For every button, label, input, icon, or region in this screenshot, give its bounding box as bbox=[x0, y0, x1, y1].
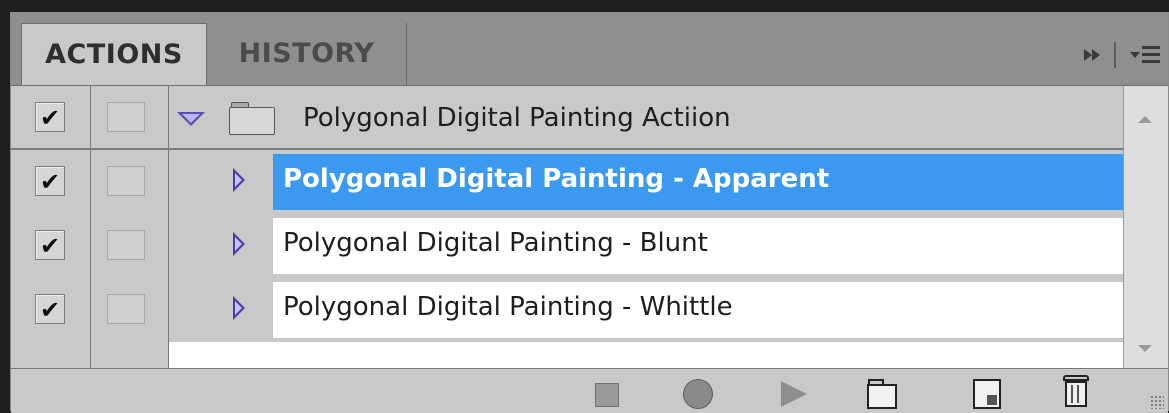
dialog-column bbox=[91, 342, 169, 368]
toggle-column: ✔ bbox=[11, 150, 91, 214]
record-icon[interactable] bbox=[683, 379, 713, 409]
disclosure-collapsed-icon[interactable] bbox=[233, 296, 245, 320]
toggle-dialog-checkbox[interactable] bbox=[107, 102, 145, 132]
play-icon[interactable] bbox=[781, 381, 807, 407]
toggle-dialog-checkbox[interactable] bbox=[107, 230, 145, 260]
toggle-column: ✔ bbox=[11, 214, 91, 278]
disclosure-expanded-icon[interactable] bbox=[177, 112, 205, 126]
new-set-icon[interactable] bbox=[867, 379, 897, 409]
action-label: Polygonal Digital Painting - Apparent bbox=[283, 164, 830, 194]
toggle-column bbox=[11, 342, 91, 368]
panel-controls bbox=[1038, 35, 1168, 75]
action-label: Polygonal Digital Painting - Whittle bbox=[283, 292, 733, 322]
tab-bar: ACTIONS HISTORY bbox=[11, 13, 1168, 86]
dialog-column bbox=[91, 214, 169, 278]
panel-menu-icon[interactable] bbox=[1130, 44, 1160, 66]
empty-content bbox=[169, 342, 1123, 368]
actions-panel: ACTIONS HISTORY ✔ Polygonal Digital Pain… bbox=[10, 12, 1169, 413]
dialog-column bbox=[91, 278, 169, 342]
scroll-up-icon[interactable] bbox=[1138, 116, 1152, 123]
scroll-down-icon[interactable] bbox=[1138, 345, 1152, 352]
stop-icon[interactable] bbox=[595, 383, 619, 407]
action-content[interactable]: Polygonal Digital Painting - Whittle bbox=[169, 278, 1123, 342]
actions-list: ✔ Polygonal Digital Painting Actiion ✔ P… bbox=[11, 86, 1123, 368]
tab-history[interactable]: HISTORY bbox=[207, 23, 407, 85]
toggle-dialog-checkbox[interactable] bbox=[107, 294, 145, 324]
toggle-column: ✔ bbox=[11, 86, 91, 150]
action-row[interactable]: ✔ Polygonal Digital Painting - Apparent bbox=[11, 150, 1123, 214]
toggle-item-checkbox[interactable]: ✔ bbox=[35, 230, 65, 260]
dialog-column bbox=[91, 86, 169, 150]
toggle-column: ✔ bbox=[11, 278, 91, 342]
action-set-label: Polygonal Digital Painting Actiion bbox=[303, 103, 731, 133]
folder-icon bbox=[229, 102, 275, 135]
action-set-content[interactable]: Polygonal Digital Painting Actiion bbox=[169, 86, 1123, 150]
resize-grip-icon[interactable] bbox=[1150, 395, 1164, 409]
toggle-dialog-checkbox[interactable] bbox=[107, 166, 145, 196]
toggle-item-checkbox[interactable]: ✔ bbox=[35, 166, 65, 196]
collapse-panel-icon[interactable] bbox=[1084, 49, 1100, 61]
tab-actions[interactable]: ACTIONS bbox=[21, 23, 207, 85]
scrollbar[interactable] bbox=[1123, 86, 1168, 368]
divider bbox=[1114, 42, 1116, 68]
empty-row bbox=[11, 342, 1123, 368]
dialog-column bbox=[91, 150, 169, 214]
disclosure-collapsed-icon[interactable] bbox=[233, 168, 245, 192]
trash-icon[interactable] bbox=[1061, 375, 1091, 407]
toggle-item-checkbox[interactable]: ✔ bbox=[35, 294, 65, 324]
action-row[interactable]: ✔ Polygonal Digital Painting - Blunt bbox=[11, 214, 1123, 278]
toggle-item-checkbox[interactable]: ✔ bbox=[35, 102, 65, 132]
action-content[interactable]: Polygonal Digital Painting - Apparent bbox=[169, 150, 1123, 214]
action-row[interactable]: ✔ Polygonal Digital Painting - Whittle bbox=[11, 278, 1123, 342]
action-set-row[interactable]: ✔ Polygonal Digital Painting Actiion bbox=[11, 86, 1123, 150]
action-label: Polygonal Digital Painting - Blunt bbox=[283, 228, 708, 258]
actions-toolbar bbox=[11, 368, 1168, 413]
disclosure-collapsed-icon[interactable] bbox=[233, 232, 245, 256]
new-action-icon[interactable] bbox=[973, 379, 1001, 409]
action-content[interactable]: Polygonal Digital Painting - Blunt bbox=[169, 214, 1123, 278]
